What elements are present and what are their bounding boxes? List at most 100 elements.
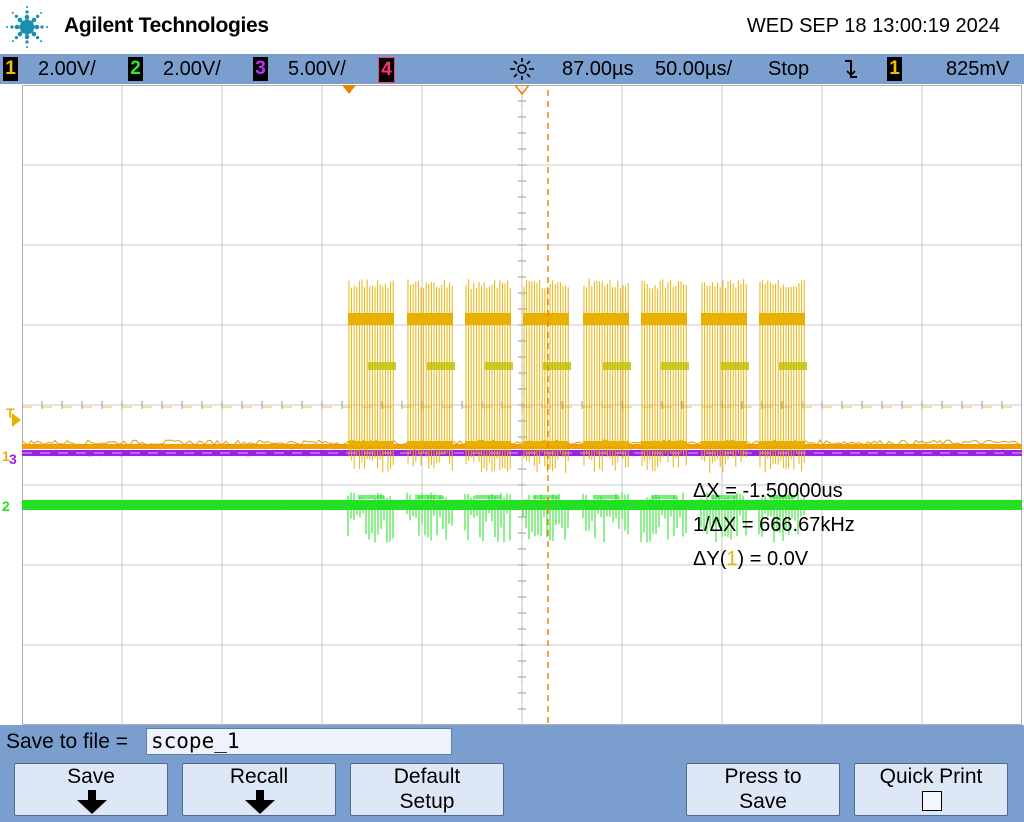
ch1-burst-mid-band [721, 362, 749, 370]
ch1-burst-top-band [759, 313, 805, 325]
header-bar: Agilent Technologies WED SEP 18 13:00:19… [0, 0, 1024, 54]
ch3-ground-marker[interactable]: 3 [9, 451, 17, 467]
ch1-burst-mid-band [427, 362, 455, 370]
spark-dot [31, 31, 37, 37]
channel-status-bar: 1 2.00V/ 2 2.00V/ 3 5.00V/ 4 87.00µs 50.… [0, 54, 1024, 84]
ch1-burst-mid-band [368, 362, 396, 370]
spark-dot [26, 6, 28, 8]
ch2-indicator[interactable]: 2 [128, 57, 143, 81]
ch1-burst-base [701, 441, 747, 446]
delta-x-value: -1.50000us [742, 480, 843, 502]
down-arrow-icon [77, 790, 107, 814]
spark-dot [11, 40, 14, 43]
channel-markers: T 1 3 2 [0, 85, 22, 725]
waveform-canvas [22, 85, 1022, 725]
falling-edge-icon [845, 60, 857, 78]
spark-dot [10, 25, 14, 29]
ch1-burst-top-band [641, 313, 687, 325]
ch1-burst-top-band [701, 313, 747, 325]
ch2-ground-marker[interactable]: 2 [2, 498, 10, 514]
ch1-burst-top-band [407, 313, 453, 325]
ch1-scale: 2.00V/ [38, 58, 96, 80]
delta-x-label: ΔX = [693, 480, 743, 502]
ch1-burst-base [759, 441, 805, 446]
trigger-source: 1 [887, 57, 902, 81]
ch2-scale: 2.00V/ [163, 58, 221, 80]
ch1-burst-mid-band [661, 362, 689, 370]
default-setup-label-line1: Default [393, 765, 461, 788]
ch1-burst-base [641, 441, 687, 446]
softkey-panel: Save to file = scope_1 Save Recall Defau… [0, 725, 1024, 822]
ch1-burst-top-band [523, 313, 569, 325]
recall-softkey[interactable]: Recall [182, 763, 336, 816]
ch1-burst-base [407, 441, 453, 446]
spark-dot [35, 35, 40, 40]
default-setup-label-line2: Setup [399, 790, 455, 813]
quick-print-softkey[interactable]: Quick Print [854, 763, 1008, 816]
ch2-burst-spikes [406, 492, 453, 541]
spark-dot [14, 35, 19, 40]
ch1-burst-top-band [583, 313, 629, 325]
ch1-burst-mid-band [543, 362, 571, 370]
spark-dot [40, 40, 43, 43]
spark-center [24, 24, 30, 30]
ch1-burst-mid-band [603, 362, 631, 370]
down-arrow-icon [245, 790, 275, 814]
waveform-display[interactable] [22, 85, 1022, 725]
spark-dot [25, 40, 29, 44]
ch1-burst-top-band [348, 313, 394, 325]
spark-dot [40, 25, 44, 29]
ch1-burst-top-band [465, 313, 511, 325]
ch2-burst-overlay [533, 495, 559, 499]
ch2-burst-overlay [593, 495, 619, 499]
delta-y-readout: ΔY(1) = 0.0V [693, 548, 808, 571]
ch1-indicator[interactable]: 1 [3, 57, 18, 81]
date-time: WED SEP 18 13:00:19 2024 [746, 15, 1000, 37]
default-setup-softkey[interactable]: Default Setup [350, 763, 504, 816]
file-name-field[interactable]: scope_1 [146, 728, 452, 755]
quick-print-label: Quick Print [879, 765, 983, 788]
spark-dot [6, 26, 8, 28]
trigger-marker-arrow-icon [12, 413, 21, 427]
spark-dot [26, 46, 28, 48]
ch1-burst-base [465, 441, 511, 446]
ch2-burst-spikes [347, 492, 394, 543]
inverse-delta-x-value: 666.67kHz [759, 514, 855, 536]
ch2-burst-overlay [358, 495, 384, 499]
delta-y-prefix: ΔY( [693, 548, 727, 570]
save-softkey[interactable]: Save [14, 763, 168, 816]
ch1-burst-base [583, 441, 629, 446]
ch1-burst-mid-band [485, 362, 513, 370]
save-to-file-label: Save to file = [6, 730, 128, 753]
spark-dot [31, 17, 37, 23]
ch1-burst-base [523, 441, 569, 446]
ch1-burst-mid-band [779, 362, 807, 370]
ch4-indicator[interactable]: 4 [378, 57, 395, 83]
inverse-delta-x-label: 1/ΔX = [693, 514, 760, 536]
delta-y-channel: 1 [726, 548, 738, 570]
press-to-save-softkey[interactable]: Press to Save [686, 763, 840, 816]
ch3-indicator[interactable]: 3 [253, 57, 268, 81]
spark-dot [24, 14, 30, 20]
time-reference-marker-icon [515, 85, 529, 95]
time-reference-icon [510, 58, 534, 80]
save-softkey-label: Save [67, 765, 115, 788]
ch1-burst-base [348, 441, 394, 446]
inverse-delta-x-readout: 1/ΔX = 666.67kHz [693, 514, 855, 537]
recall-softkey-label: Recall [229, 765, 289, 788]
spark-dot [14, 24, 20, 30]
spark-dot [46, 26, 48, 28]
brand-name: Agilent Technologies [64, 14, 269, 37]
quick-print-checkbox[interactable] [922, 791, 942, 811]
delta-x-readout: ΔX = -1.50000us [693, 480, 843, 503]
ch2-burst-overlay [651, 495, 677, 499]
spark-dot [34, 24, 40, 30]
time-scale: 50.00µs/ [655, 58, 733, 80]
run-state: Stop [768, 58, 810, 80]
trigger-level: 825mV [946, 58, 1010, 80]
time-position: 87.00µs [562, 58, 634, 80]
press-to-save-label-line1: Press to [724, 765, 802, 788]
ch3-scale: 5.00V/ [288, 58, 346, 80]
spark-dot [35, 14, 40, 19]
delta-y-value: ) = 0.0V [737, 548, 809, 570]
